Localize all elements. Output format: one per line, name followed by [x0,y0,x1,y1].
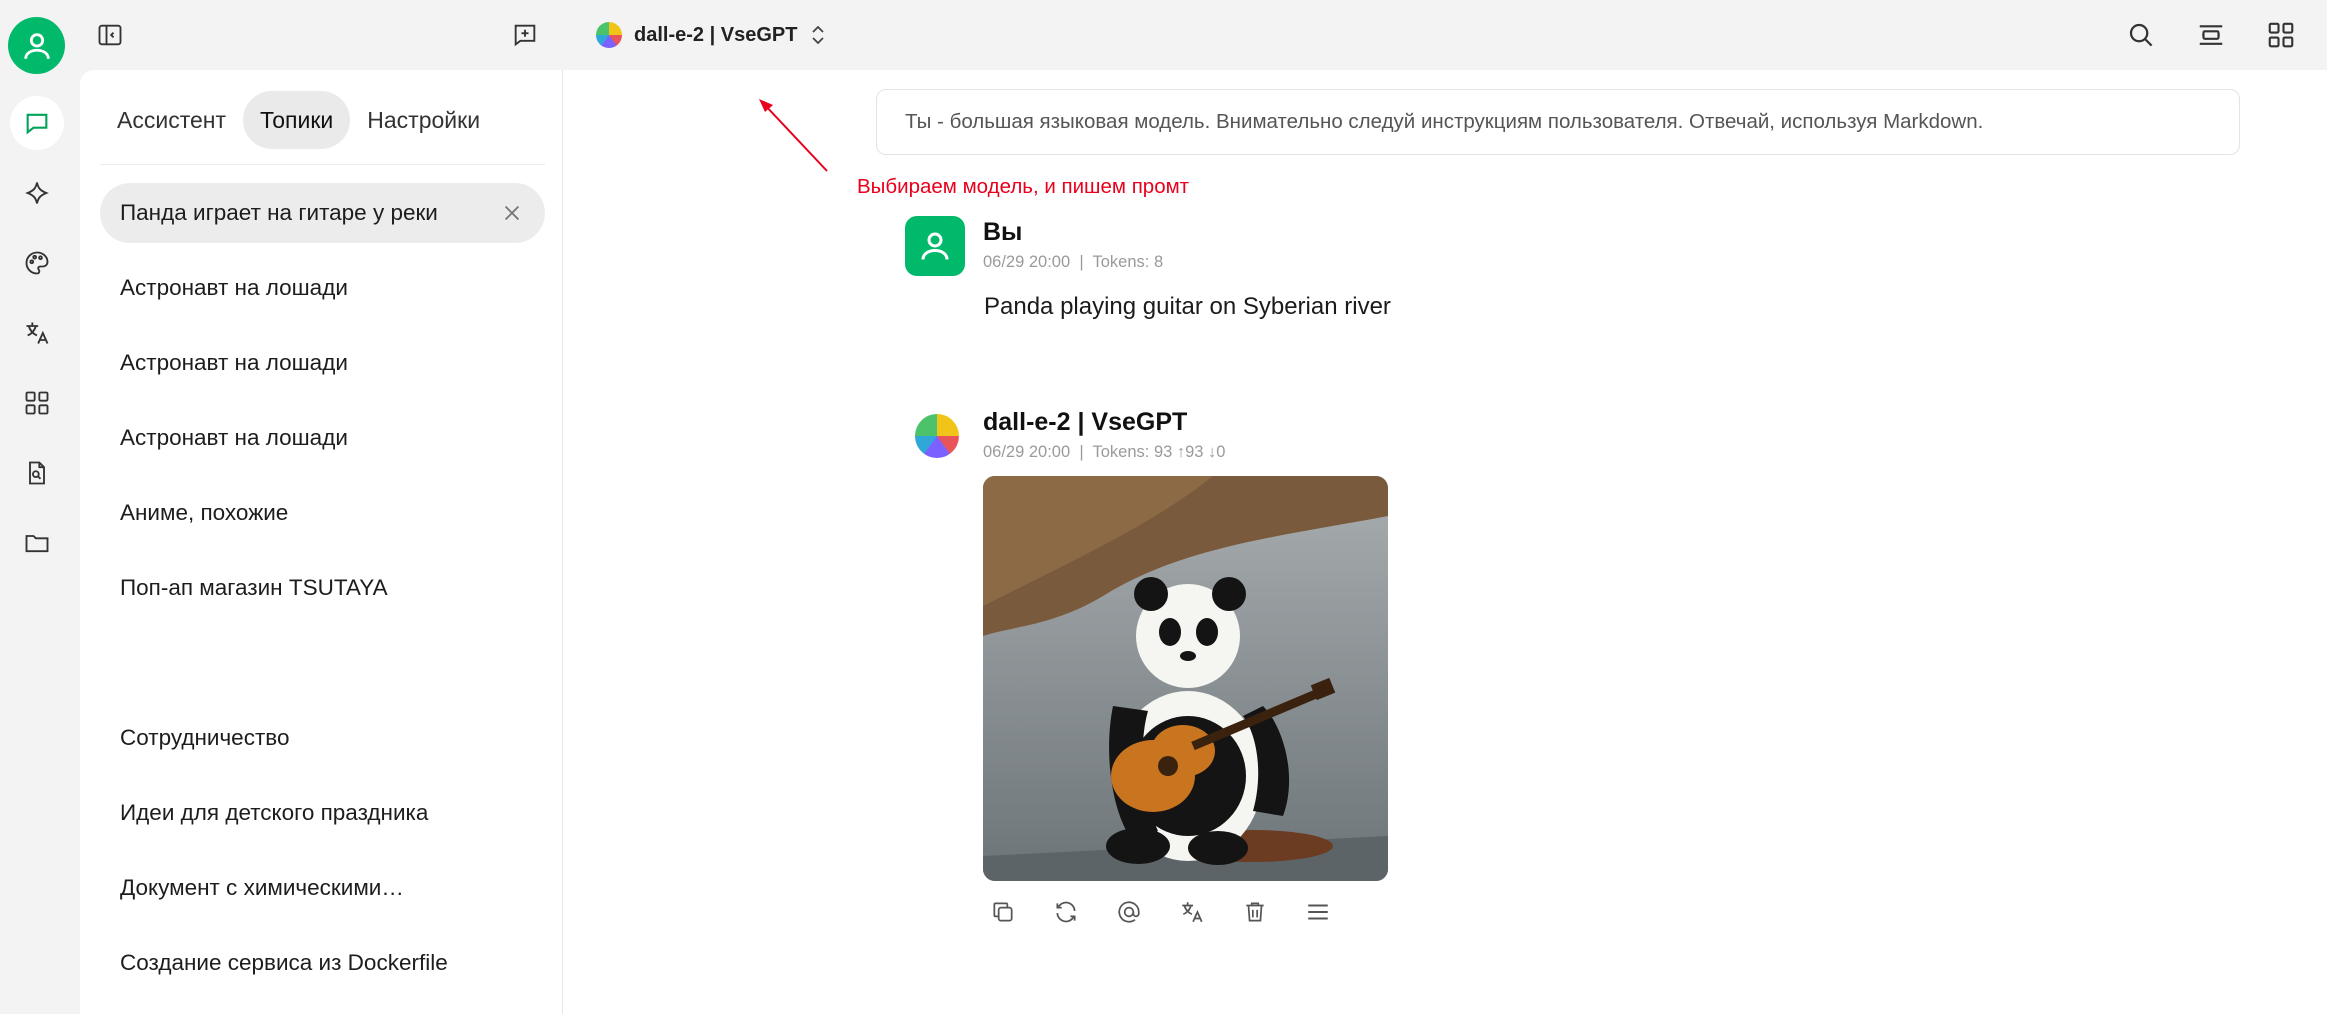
chat-area: Ты - большая языковая модель. Внимательн… [563,70,2327,1014]
topic-label: Астронавт на лошади [120,275,348,300]
user-icon [921,232,949,260]
system-prompt-text: Ты - большая языковая модель. Внимательн… [905,110,1984,133]
mention-button[interactable] [1109,892,1149,932]
file-search-icon [29,461,45,485]
annotation-arrow [759,99,828,172]
model-logo-icon [596,22,622,48]
topic-label: Сотрудничество [120,725,290,750]
toggle-sidebar-button[interactable] [90,15,130,55]
topic-label: Создание сервиса из Dockerfile [120,950,448,975]
chat-icon [26,113,48,135]
apps-icon [25,391,49,415]
more-menu-button[interactable] [1298,892,1338,932]
rail-agents[interactable] [10,166,64,220]
topic-label: Поп-ап магазин TSUTAYA [120,575,388,600]
message-text: Panda playing guitar on Syberian river [984,293,1391,320]
topic-list: Панда играет на гитаре у реки Астронавт … [100,183,545,1008]
topic-label: Документ с химическими… [120,875,404,900]
narrow-mode-button[interactable] [2191,15,2231,55]
topic-item[interactable]: Поп-ап магазин TSUTAYA [100,558,545,618]
rail-chat[interactable] [10,96,64,150]
delete-button[interactable] [1235,892,1275,932]
folder-icon [25,535,49,553]
topic-item[interactable]: Идеи для детского праздника [100,783,545,843]
topic-label: Идеи для детского праздника [120,800,429,825]
rail-translate[interactable] [10,306,64,360]
copy-icon [993,902,1013,922]
annotation-text: Выбираем модель, и пишем промт [857,175,1190,198]
palette-icon [25,251,49,275]
menu-icon [1308,904,1328,920]
translate-button[interactable] [1172,892,1212,932]
rail-knowledge[interactable] [10,446,64,500]
topic-item[interactable]: Создание сервиса из Dockerfile [100,933,545,993]
new-topic-icon [514,24,536,47]
new-topic-button[interactable] [505,15,545,55]
regenerate-icon [1056,901,1076,923]
model-avatar [915,414,959,458]
search-button[interactable] [2121,15,2161,55]
topic-label: Астронавт на лошади [120,425,348,450]
user-message-avatar [905,216,965,276]
apps-button[interactable] [2261,15,2301,55]
close-icon[interactable] [501,202,523,224]
topic-item[interactable]: Документ с химическими… [100,858,545,918]
topic-item[interactable]: Сотрудничество [100,708,545,768]
copy-button[interactable] [983,892,1023,932]
topic-item[interactable]: Астронавт на лошади [100,258,545,318]
tab-topics[interactable]: Топики [243,91,351,149]
rail-apps[interactable] [10,376,64,430]
translate-icon [26,322,49,344]
topic-item[interactable] [100,633,545,693]
topic-label: Астронавт на лошади [120,350,348,375]
tab-settings[interactable]: Настройки [350,91,497,149]
topic-item[interactable]: Аниме, похожие [100,483,545,543]
topics-panel: Ассистент Топики Настройки Панда играет … [80,70,563,1014]
translate-icon [1182,902,1203,923]
rail-files[interactable] [10,516,64,570]
topic-label: Панда играет на гитаре у реки [120,200,438,225]
topic-item[interactable]: Панда играет на гитаре у реки [100,183,545,243]
model-selector[interactable]: dall-e-2 | VseGPT [596,17,827,53]
message-author: dall-e-2 | VseGPT [983,408,1188,436]
system-prompt[interactable]: Ты - большая языковая модель. Внимательн… [876,89,2240,155]
grid-icon [2268,22,2294,48]
chevron-up-down-icon [812,25,825,45]
topic-item[interactable]: Астронавт на лошади [100,333,545,393]
topic-label: Аниме, похожие [120,500,289,525]
panda-guitar-image [983,476,1388,881]
mention-icon [1118,901,1140,923]
sparkle-icon [25,182,49,204]
tab-assistant[interactable]: Ассистент [100,91,243,149]
icon-rail [0,70,80,1014]
message-meta: 06/29 20:00 | Tokens: 8 [983,253,1164,271]
message-meta: 06/29 20:00 | Tokens: 93 ↑93 ↓0 [983,443,1226,461]
regenerate-button[interactable] [1046,892,1086,932]
top-bar: dall-e-2 | VseGPT [0,0,2327,74]
sidebar-toggle-icon [98,24,122,46]
message-actions [983,892,1338,932]
panel-tabs: Ассистент Топики Настройки [100,90,545,165]
rail-paint[interactable] [10,236,64,290]
model-selector-label: dall-e-2 | VseGPT [634,23,798,46]
expand-icon [2199,25,2223,45]
topic-item[interactable]: Астронавт на лошади [100,408,545,468]
user-icon [23,32,50,59]
delete-icon [1246,902,1264,922]
search-icon [2129,23,2153,47]
message-author: Вы [983,218,1023,246]
generated-image[interactable] [983,476,1388,881]
user-avatar[interactable] [8,17,65,74]
